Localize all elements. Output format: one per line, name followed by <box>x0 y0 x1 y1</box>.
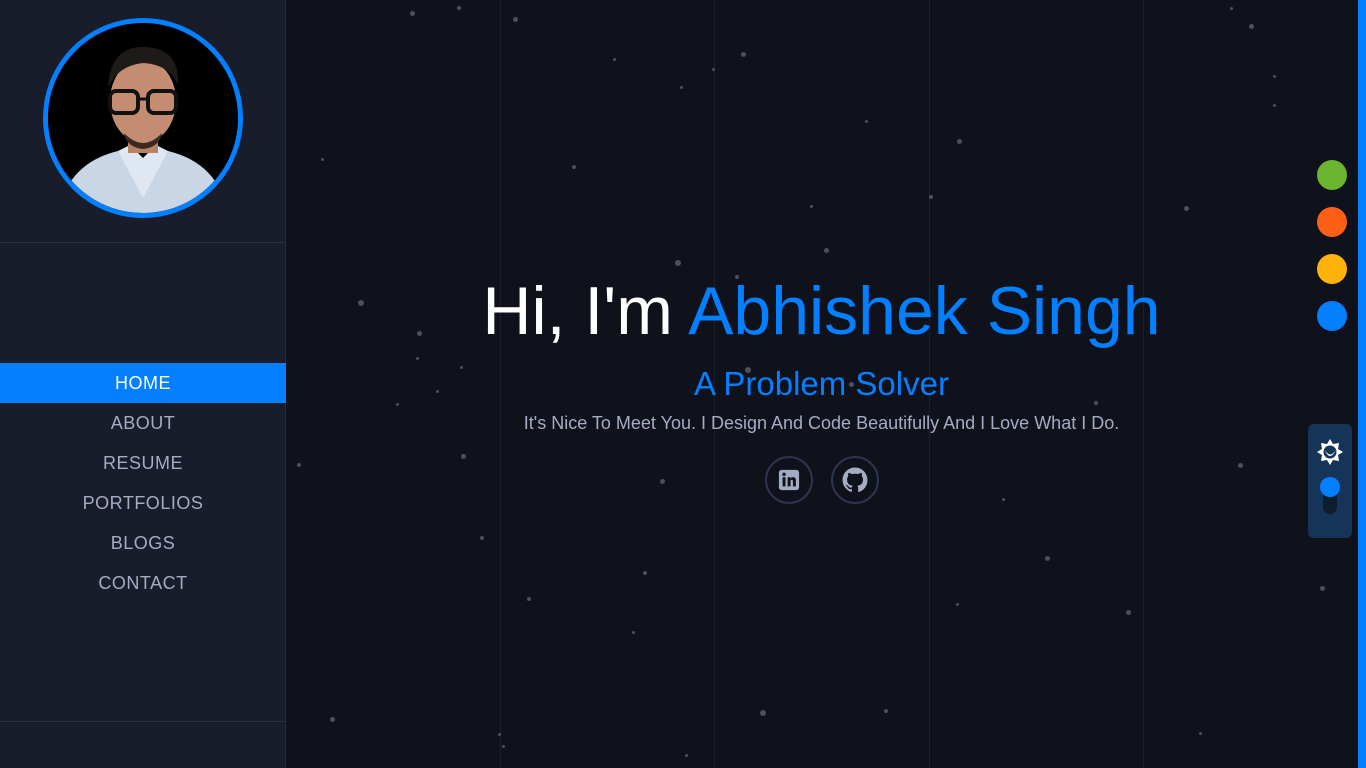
star <box>824 248 829 253</box>
star <box>1045 556 1050 561</box>
star <box>957 139 962 144</box>
theme-toggle-knob[interactable] <box>1320 477 1340 497</box>
star <box>396 403 399 406</box>
color-swatch-yellow[interactable] <box>1317 254 1347 284</box>
star <box>502 745 505 748</box>
color-swatch-blue[interactable] <box>1317 301 1347 331</box>
hero-subtitle: A Problem Solver <box>694 365 949 402</box>
star <box>498 733 501 736</box>
star <box>410 11 415 16</box>
linkedin-link[interactable] <box>765 456 813 504</box>
star <box>330 717 335 722</box>
star <box>810 205 813 208</box>
star <box>675 260 681 266</box>
star <box>1273 104 1276 107</box>
star <box>297 463 301 467</box>
star <box>527 597 531 601</box>
theme-mode-panel <box>1308 424 1352 538</box>
star <box>660 479 665 484</box>
star <box>1002 498 1005 501</box>
star <box>685 754 688 757</box>
hero-tagline: It's Nice To Meet You. I Design And Code… <box>523 413 1120 433</box>
nav-item-portfolios[interactable]: PORTFOLIOS <box>0 483 286 523</box>
star <box>572 165 576 169</box>
hero-name: Abhishek Singh <box>688 273 1161 349</box>
star <box>643 571 647 575</box>
star <box>457 6 461 10</box>
star <box>461 454 466 459</box>
nav-item-contact[interactable]: CONTACT <box>0 563 286 603</box>
nav-item-blogs[interactable]: BLOGS <box>0 523 286 563</box>
star <box>680 86 683 89</box>
sidebar-divider-top <box>0 242 286 243</box>
star <box>741 52 746 57</box>
nav-item-resume[interactable]: RESUME <box>0 443 286 483</box>
star <box>929 195 933 199</box>
star <box>1199 732 1202 735</box>
color-swatch-green[interactable] <box>1317 160 1347 190</box>
star <box>1273 75 1276 78</box>
nav-item-home[interactable]: HOME <box>0 363 286 403</box>
star <box>712 68 715 71</box>
star <box>1230 7 1233 10</box>
hero-greeting: Hi, I'm <box>482 273 673 349</box>
scrollbar[interactable] <box>1358 0 1366 768</box>
star <box>760 710 766 716</box>
color-swatch-orange[interactable] <box>1317 207 1347 237</box>
star <box>865 120 868 123</box>
star <box>632 631 635 634</box>
sidebar: HOME ABOUT RESUME PORTFOLIOS BLOGS CONTA… <box>0 0 286 768</box>
hero-title: Hi, I'm Abhishek Singh <box>287 272 1356 350</box>
star <box>1126 610 1131 615</box>
star <box>513 17 518 22</box>
profile-avatar <box>43 18 243 218</box>
github-icon <box>842 467 868 493</box>
nav-item-about[interactable]: ABOUT <box>0 403 286 443</box>
sidebar-divider-bottom <box>0 721 286 722</box>
star <box>1320 586 1325 591</box>
main-nav: HOME ABOUT RESUME PORTFOLIOS BLOGS CONTA… <box>0 363 286 603</box>
github-link[interactable] <box>831 456 879 504</box>
star <box>416 357 419 360</box>
star <box>1238 463 1243 468</box>
star <box>613 58 616 61</box>
star <box>1249 24 1254 29</box>
sun-moon-icon <box>1317 439 1343 465</box>
star <box>321 158 324 161</box>
linkedin-icon <box>778 469 800 491</box>
star <box>956 603 959 606</box>
hero-section: Hi, I'm Abhishek Singh A Problem Solver … <box>287 0 1356 768</box>
star <box>884 709 888 713</box>
star <box>1184 206 1189 211</box>
star <box>480 536 484 540</box>
theme-toggle[interactable] <box>1320 477 1340 514</box>
